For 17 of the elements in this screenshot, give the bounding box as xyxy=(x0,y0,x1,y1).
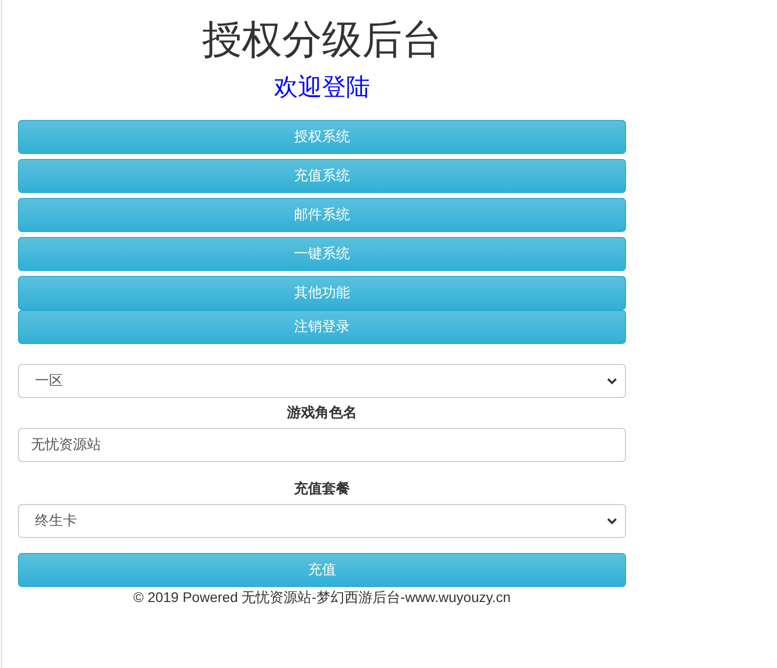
recharge-button[interactable]: 充值 xyxy=(18,553,626,587)
menu-button[interactable]: 一键系统 xyxy=(18,237,626,271)
welcome-heading: 欢迎登陆 xyxy=(273,73,371,103)
chevron-down-icon xyxy=(607,517,617,525)
role-label: 游戏角色名 xyxy=(286,403,358,422)
menu-button[interactable]: 充值系统 xyxy=(18,159,626,193)
package-label: 充值套餐 xyxy=(293,479,351,498)
logout-button[interactable]: 注销登录 xyxy=(18,310,626,344)
server-select[interactable]: 一区 xyxy=(18,364,626,398)
package-select[interactable]: 终生卡 xyxy=(18,504,626,538)
footer-text: © 2019 Powered 无忧资源站-梦幻西游后台-www.wuyouzy.cn xyxy=(132,589,512,607)
chevron-down-icon xyxy=(607,377,617,385)
role-input[interactable]: 无忧资源站 xyxy=(18,428,626,462)
menu-button[interactable]: 邮件系统 xyxy=(18,198,626,232)
menu-button[interactable]: 授权系统 xyxy=(18,120,626,154)
page-title: 授权分级后台 xyxy=(201,17,443,64)
menu-button[interactable]: 其他功能 xyxy=(18,276,626,310)
